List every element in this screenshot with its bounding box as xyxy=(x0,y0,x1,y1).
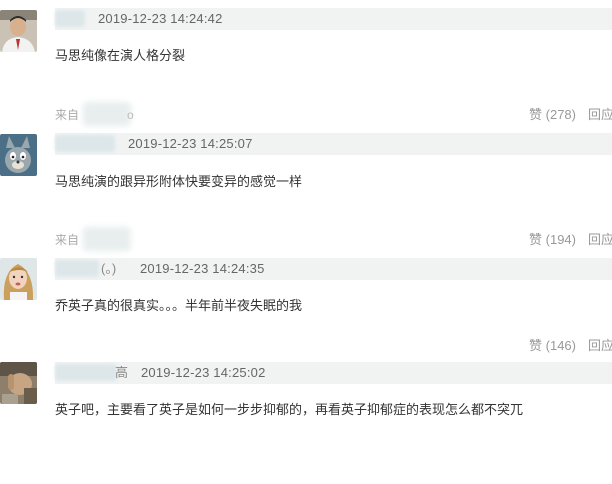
comment-header: 高 2019-12-23 14:25:02 xyxy=(55,362,612,384)
source-suffix: o xyxy=(127,108,134,122)
comment-text: 马思纯演的跟异形附体快要变异的感觉一样 xyxy=(55,174,303,189)
comment-header: (。) 2019-12-23 14:24:35 xyxy=(55,258,612,280)
reply-button[interactable]: 回应 xyxy=(588,337,612,355)
source-obscured xyxy=(83,102,131,126)
source-label: 来自 xyxy=(55,233,80,247)
avatar[interactable] xyxy=(0,10,37,52)
username-obscured[interactable] xyxy=(55,364,117,381)
like-button[interactable]: 赞 (146) xyxy=(529,337,576,355)
like-button[interactable]: 赞 (194) xyxy=(529,231,576,249)
comment-footer: 赞 (146) 回应 xyxy=(55,337,612,357)
username-obscured[interactable] xyxy=(55,10,85,27)
source-label: 来自 xyxy=(55,108,80,122)
avatar-girl-photo-icon xyxy=(0,258,37,300)
username-suffix[interactable]: 高 xyxy=(115,364,128,382)
like-button[interactable]: 赞 (278) xyxy=(529,106,576,124)
comment-header: 2019-12-23 14:24:42 xyxy=(55,8,612,30)
avatar-hand-photo-icon xyxy=(0,362,37,404)
comment-2: 2019-12-23 14:25:07 马思纯演的跟异形附体快要变异的感觉一样 … xyxy=(0,126,612,252)
comment-time: 2019-12-23 14:24:42 xyxy=(98,11,223,26)
comment-time: 2019-12-23 14:25:07 xyxy=(128,136,253,151)
username-suffix[interactable]: (。) xyxy=(101,260,116,278)
comment-time: 2019-12-23 14:24:35 xyxy=(140,261,265,276)
avatar[interactable] xyxy=(0,258,37,300)
source-obscured xyxy=(83,227,131,251)
comment-time: 2019-12-23 14:25:02 xyxy=(141,365,266,380)
comment-text: 乔英子真的很真实。。。半年前半夜失眠的我 xyxy=(55,298,303,313)
comment-4: 高 2019-12-23 14:25:02 英子吧，主要看了英子是如何一步步抑郁… xyxy=(0,358,612,484)
username-obscured[interactable] xyxy=(55,260,99,277)
comment-1: 2019-12-23 14:24:42 马思纯像在演人格分裂 来自 o 赞 (2… xyxy=(0,0,612,126)
avatar[interactable] xyxy=(0,362,37,404)
comment-text: 马思纯像在演人格分裂 xyxy=(55,48,186,63)
reply-button[interactable]: 回应 xyxy=(588,231,612,249)
avatar-tom-cat-icon xyxy=(0,134,37,176)
avatar[interactable] xyxy=(0,134,37,176)
comment-header: 2019-12-23 14:25:07 xyxy=(55,133,612,155)
avatar-man-photo-icon xyxy=(0,10,37,52)
username-obscured[interactable] xyxy=(55,135,115,152)
reply-button[interactable]: 回应 xyxy=(588,106,612,124)
comment-footer: 来自 o 赞 (278) 回应 xyxy=(55,102,612,126)
comment-footer: 来自 赞 (194) 回应 xyxy=(55,227,612,251)
comment-text: 英子吧，主要看了英子是如何一步步抑郁的，再看英子抑郁症的表现怎么都不突兀 xyxy=(55,402,524,417)
